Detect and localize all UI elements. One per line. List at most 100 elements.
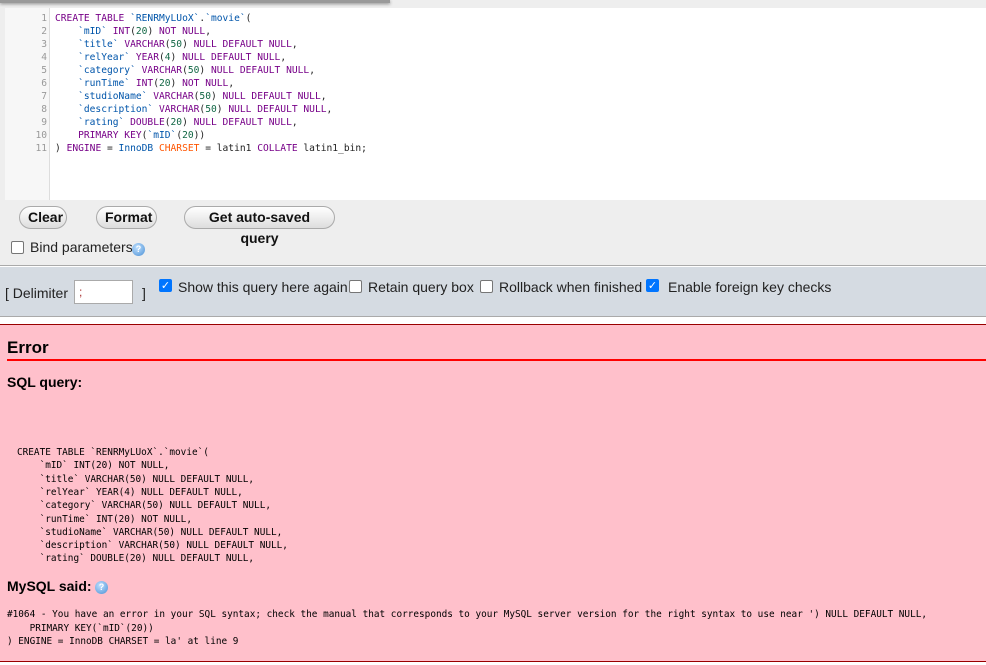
code-token: latin1_bin; bbox=[297, 143, 367, 154]
code-token: `RENRMyLUoX` bbox=[130, 13, 200, 24]
sql-query-line: CREATE TABLE `RENRMyLUoX`.`movie`( bbox=[17, 447, 209, 458]
sql-query-line: `category` VARCHAR(50) NULL DEFAULT NULL… bbox=[17, 500, 271, 512]
code-token: INT bbox=[112, 26, 131, 37]
code-line: `runTime` INT(20) NOT NULL, bbox=[55, 77, 234, 90]
code-token: VARCHAR bbox=[153, 91, 194, 102]
show-query-again-checkbox[interactable]: ✓ bbox=[159, 279, 172, 292]
code-token: `category` bbox=[55, 65, 142, 76]
code-token: CREATE TABLE bbox=[55, 13, 131, 24]
line-number: 1 bbox=[41, 13, 47, 24]
code-token: ) bbox=[147, 26, 159, 37]
sql-query-line: `studioName` VARCHAR(50) NULL DEFAULT NU… bbox=[17, 526, 283, 538]
retain-query-box-checkbox[interactable] bbox=[349, 280, 362, 293]
error-title: Error bbox=[7, 338, 49, 357]
sql-editor[interactable]: 1 CREATE TABLE `RENRMyLUoX`.`movie`(2 `mI… bbox=[5, 8, 986, 200]
format-button[interactable]: Format bbox=[96, 206, 157, 229]
code-token: NULL DEFAULT NULL bbox=[210, 65, 310, 76]
code-token: VARCHAR bbox=[158, 104, 200, 115]
code-line: `title` VARCHAR(50) NULL DEFAULT NULL, bbox=[55, 38, 298, 51]
sql-query-line: `rating` DOUBLE(20) NULL DEFAULT NULL, bbox=[17, 553, 255, 565]
rollback-checkbox[interactable] bbox=[480, 280, 493, 293]
code-token: , bbox=[326, 104, 333, 115]
clear-button[interactable]: Clear bbox=[19, 206, 67, 229]
code-token: InnoDB bbox=[118, 143, 159, 154]
help-icon[interactable]: ? bbox=[95, 581, 108, 594]
code-token: ENGINE bbox=[66, 143, 102, 154]
toolbar-shadow bbox=[0, 0, 390, 3]
code-line: ) ENGINE = InnoDB CHARSET = latin1 COLLA… bbox=[55, 142, 367, 155]
foreign-key-checks-checkbox[interactable]: ✓ bbox=[646, 279, 659, 292]
code-token: `mID` bbox=[147, 130, 177, 141]
delimiter-label: [ Delimiter bbox=[5, 285, 69, 301]
mysql-said-label: MySQL said: bbox=[7, 578, 92, 594]
code-token: `description` bbox=[55, 104, 159, 115]
line-number: 2 bbox=[41, 26, 47, 37]
code-line: `relYear` YEAR(4) NULL DEFAULT NULL, bbox=[55, 51, 286, 64]
code-token: = bbox=[101, 143, 119, 154]
error-divider bbox=[7, 359, 986, 361]
code-token: 20 bbox=[158, 78, 171, 89]
line-number: 5 bbox=[41, 65, 47, 76]
code-token: = latin1 bbox=[199, 143, 258, 154]
code-token: 50 bbox=[170, 39, 183, 50]
line-number: 10 bbox=[35, 130, 47, 141]
delimiter-close-bracket: ] bbox=[142, 285, 146, 301]
code-token: `studioName` bbox=[55, 91, 154, 102]
code-token: VARCHAR bbox=[141, 65, 183, 76]
code-token: NULL DEFAULT NULL bbox=[182, 52, 281, 63]
code-token: , bbox=[228, 78, 235, 89]
sql-query-line: `runTime` INT(20) NOT NULL, bbox=[17, 513, 192, 525]
code-token: , bbox=[205, 26, 211, 37]
line-number: 7 bbox=[41, 91, 47, 102]
rollback-label: Rollback when finished bbox=[499, 279, 643, 295]
code-token: , bbox=[280, 52, 287, 63]
code-token: 20 bbox=[135, 26, 148, 37]
code-token: ) bbox=[216, 104, 229, 115]
foreign-key-checks-label: Enable foreign key checks bbox=[668, 279, 832, 295]
code-line: PRIMARY KEY(`mID`(20)) bbox=[55, 129, 205, 142]
code-token: `runTime` bbox=[55, 78, 136, 89]
code-token: , bbox=[291, 117, 298, 128]
sql-query-line: `description` VARCHAR(50) NULL DEFAULT N… bbox=[17, 540, 288, 552]
line-number: 4 bbox=[41, 52, 47, 63]
code-token: NULL DEFAULT NULL bbox=[193, 39, 292, 50]
help-icon[interactable]: ? bbox=[132, 243, 145, 256]
code-token: VARCHAR bbox=[124, 39, 165, 50]
line-number: 3 bbox=[41, 39, 47, 50]
code-token: ( bbox=[245, 13, 252, 24]
code-token: NOT NULL bbox=[159, 26, 206, 37]
show-query-again-label: Show this query here again bbox=[178, 279, 348, 295]
sql-query-line: `relYear` YEAR(4) NULL DEFAULT NULL, bbox=[17, 486, 243, 498]
sql-query-box: 1 CREATE TABLE `RENRMyLUoX`.`movie`(2 `mI… bbox=[0, 0, 986, 266]
code-token: `relYear` bbox=[55, 52, 136, 63]
error-message-line: #1064 - You have an error in your SQL sy… bbox=[7, 609, 928, 620]
code-token: 50 bbox=[205, 104, 217, 115]
sql-query-line: `mID` INT(20) NOT NULL, bbox=[17, 460, 170, 472]
sql-query-line: `title` VARCHAR(50) NULL DEFAULT NULL, bbox=[17, 473, 255, 485]
get-auto-saved-query-button[interactable]: Get auto-saved query bbox=[184, 206, 335, 246]
code-token: `rating` bbox=[55, 117, 131, 128]
code-token: , bbox=[309, 65, 315, 76]
code-token: 20 bbox=[182, 130, 194, 141]
code-token: DOUBLE bbox=[130, 117, 165, 128]
line-number: 6 bbox=[41, 78, 47, 89]
code-token: NOT NULL bbox=[182, 78, 229, 89]
error-panel: Error SQL query: MySQL said: ? CREATE TA… bbox=[0, 324, 986, 662]
code-token: 50 bbox=[187, 65, 200, 76]
code-token: , bbox=[320, 91, 327, 102]
query-options-bar: [ Delimiter ] ✓ Show this query here aga… bbox=[0, 267, 986, 317]
code-token: ) bbox=[170, 52, 183, 63]
code-token: INT bbox=[135, 78, 154, 89]
code-token: ) bbox=[170, 78, 183, 89]
code-token: ) bbox=[199, 65, 211, 76]
line-number: 9 bbox=[41, 117, 47, 128]
code-token: ) bbox=[210, 91, 223, 102]
line-number: 8 bbox=[41, 104, 47, 115]
code-token: CHARSET bbox=[158, 143, 200, 154]
code-token: 50 bbox=[199, 91, 211, 102]
code-token: `movie` bbox=[205, 13, 246, 24]
bind-parameters-checkbox[interactable] bbox=[11, 241, 24, 254]
delimiter-input[interactable] bbox=[74, 280, 133, 304]
code-line: `description` VARCHAR(50) NULL DEFAULT N… bbox=[55, 103, 332, 116]
code-line: `category` VARCHAR(50) NULL DEFAULT NULL… bbox=[55, 64, 315, 77]
